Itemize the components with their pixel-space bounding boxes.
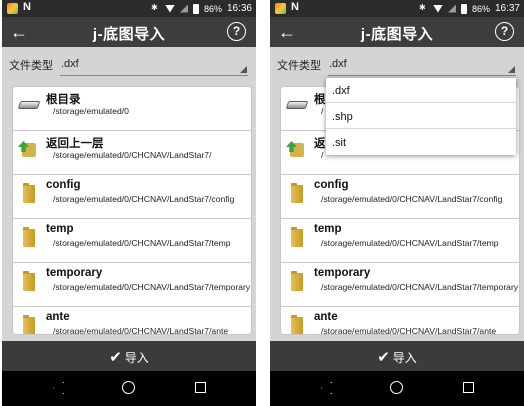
item-title: config [314, 179, 349, 191]
item-title: 根 [314, 94, 326, 106]
wifi-icon [432, 4, 443, 13]
item-path: /storage/emulated/0/CHCNAV/LandStar7/tem… [321, 282, 519, 292]
folder-icon [23, 271, 35, 291]
item-title: 返回上一层 [46, 138, 104, 150]
dropdown-option-shp[interactable]: .shp [326, 104, 516, 129]
bluetooth-icon [151, 3, 160, 14]
item-path: /storage/emulated/0/CHCNAV/LandStar7/tem… [321, 238, 499, 248]
item-title: config [46, 179, 81, 191]
navigation-bar [270, 371, 524, 406]
folder-icon [23, 183, 35, 203]
folder-icon [291, 315, 303, 334]
dropdown-option-sit[interactable]: .sit [326, 130, 516, 155]
import-button[interactable]: ✔ 导入 [2, 341, 256, 371]
nfc-icon: N [291, 1, 299, 13]
clock: 16:37 [494, 3, 520, 14]
title-bar: ← j-底图导入 ? [270, 17, 524, 47]
nav-home-icon[interactable] [122, 381, 135, 394]
list-item[interactable]: ante /storage/emulated/0/CHCNAV/LandStar… [13, 307, 251, 335]
page-title: j-底图导入 [92, 26, 166, 43]
battery-icon [192, 3, 199, 14]
list-item[interactable]: config /storage/emulated/0/CHCNAV/LandSt… [13, 175, 251, 219]
item-path: /storage/emulated/0 [53, 106, 129, 116]
battery-percent: 86% [471, 3, 490, 14]
item-path: /storage/emulated/0/CHCNAV/LandStar7/ant… [53, 326, 229, 335]
import-label: 导入 [124, 350, 149, 365]
drive-icon [17, 101, 41, 109]
item-path: /storage/emulated/0/CHCNAV/LandStar7/ [53, 150, 212, 160]
item-title: ante [314, 311, 338, 323]
item-title: 根目录 [46, 94, 81, 106]
list-item-root[interactable]: 根目录 /storage/emulated/0 [13, 87, 251, 131]
list-item[interactable]: config /storage/emulated/0/CHCNAV/LandSt… [281, 175, 519, 219]
check-icon: ✔ [377, 349, 390, 366]
navigation-bar [2, 371, 256, 406]
item-path: /storage/emulated/0/CHCNAV/LandStar7/ant… [321, 326, 497, 335]
filetype-select[interactable]: .dxf [60, 54, 248, 76]
item-title: temp [46, 223, 74, 235]
item-path: /storage/emulated/0/CHCNAV/LandStar7/con… [321, 194, 503, 204]
item-title: temp [314, 223, 342, 235]
item-title: ante [46, 311, 70, 323]
item-title: temporary [314, 267, 371, 279]
battery-icon [460, 3, 467, 14]
item-path: /storage/emulated/0/CHCNAV/LandStar7/tem… [53, 238, 231, 248]
folder-icon [291, 183, 303, 203]
dropdown-arrow-icon [240, 66, 247, 73]
list-item[interactable]: ante /storage/emulated/0/CHCNAV/LandStar… [281, 307, 519, 335]
file-list[interactable]: 根目录 /storage/emulated/0 返回上一层 /storage/e… [12, 86, 252, 335]
page-title: j-底图导入 [360, 26, 434, 43]
dropdown-option-dxf[interactable]: .dxf [326, 78, 516, 103]
dropdown-arrow-icon [508, 66, 515, 73]
filetype-row: 文件类型 .dxf [2, 51, 256, 77]
nav-recents-icon[interactable] [463, 382, 474, 393]
filetype-value: .dxf [329, 58, 347, 70]
status-bar: N 86% 16:37 [270, 0, 524, 17]
folder-icon [23, 315, 35, 334]
clock: 16:36 [226, 3, 252, 14]
wifi-icon [164, 4, 175, 13]
folder-icon [291, 227, 303, 247]
item-title: temporary [46, 267, 103, 279]
filetype-label: 文件类型 [9, 60, 53, 72]
list-item[interactable]: temporary /storage/emulated/0/CHCNAV/Lan… [13, 263, 251, 307]
nav-home-icon[interactable] [390, 381, 403, 394]
item-path: /storage/emulated/0/CHCNAV/LandStar7/con… [53, 194, 235, 204]
import-button[interactable]: ✔ 导入 [270, 341, 524, 371]
list-item[interactable]: temporary /storage/emulated/0/CHCNAV/Lan… [281, 263, 519, 307]
check-icon: ✔ [109, 349, 122, 366]
help-icon[interactable]: ? [227, 22, 246, 41]
folder-icon [23, 227, 35, 247]
nav-recents-icon[interactable] [195, 382, 206, 393]
bluetooth-icon [419, 3, 428, 14]
screen-file-list: N 86% 16:36 ← j-底图导入 ? 文件类型 .dxf 根目录 /st… [2, 0, 256, 406]
title-bar: ← j-底图导入 ? [2, 17, 256, 47]
folder-up-icon [22, 143, 36, 157]
filetype-select[interactable]: .dxf [328, 54, 516, 76]
status-bar: N 86% 16:36 [2, 0, 256, 17]
list-item-parent[interactable]: 返回上一层 /storage/emulated/0/CHCNAV/LandSta… [13, 131, 251, 175]
battery-percent: 86% [203, 3, 222, 14]
signal-icon [179, 4, 188, 13]
drive-icon [285, 101, 309, 109]
app-notification-icon [7, 3, 18, 14]
folder-icon [291, 271, 303, 291]
nav-back-icon[interactable] [53, 382, 64, 394]
help-icon[interactable]: ? [495, 22, 514, 41]
list-item[interactable]: temp /storage/emulated/0/CHCNAV/LandStar… [281, 219, 519, 263]
screen-filetype-dropdown: N 86% 16:37 ← j-底图导入 ? 文件类型 .dxf 根 / 返 [270, 0, 524, 406]
folder-up-icon [290, 143, 304, 157]
item-path: /storage/emulated/0/CHCNAV/LandStar7/tem… [53, 282, 251, 292]
signal-icon [447, 4, 456, 13]
filetype-row: 文件类型 .dxf [270, 51, 524, 77]
import-label: 导入 [392, 350, 417, 365]
list-item[interactable]: temp /storage/emulated/0/CHCNAV/LandStar… [13, 219, 251, 263]
filetype-value: .dxf [61, 58, 79, 70]
item-title: 返 [314, 138, 326, 150]
filetype-label: 文件类型 [277, 60, 321, 72]
app-notification-icon [275, 3, 286, 14]
nav-back-icon[interactable] [321, 382, 332, 394]
nfc-icon: N [23, 1, 31, 13]
filetype-dropdown-menu: .dxf .shp .sit [326, 78, 516, 155]
